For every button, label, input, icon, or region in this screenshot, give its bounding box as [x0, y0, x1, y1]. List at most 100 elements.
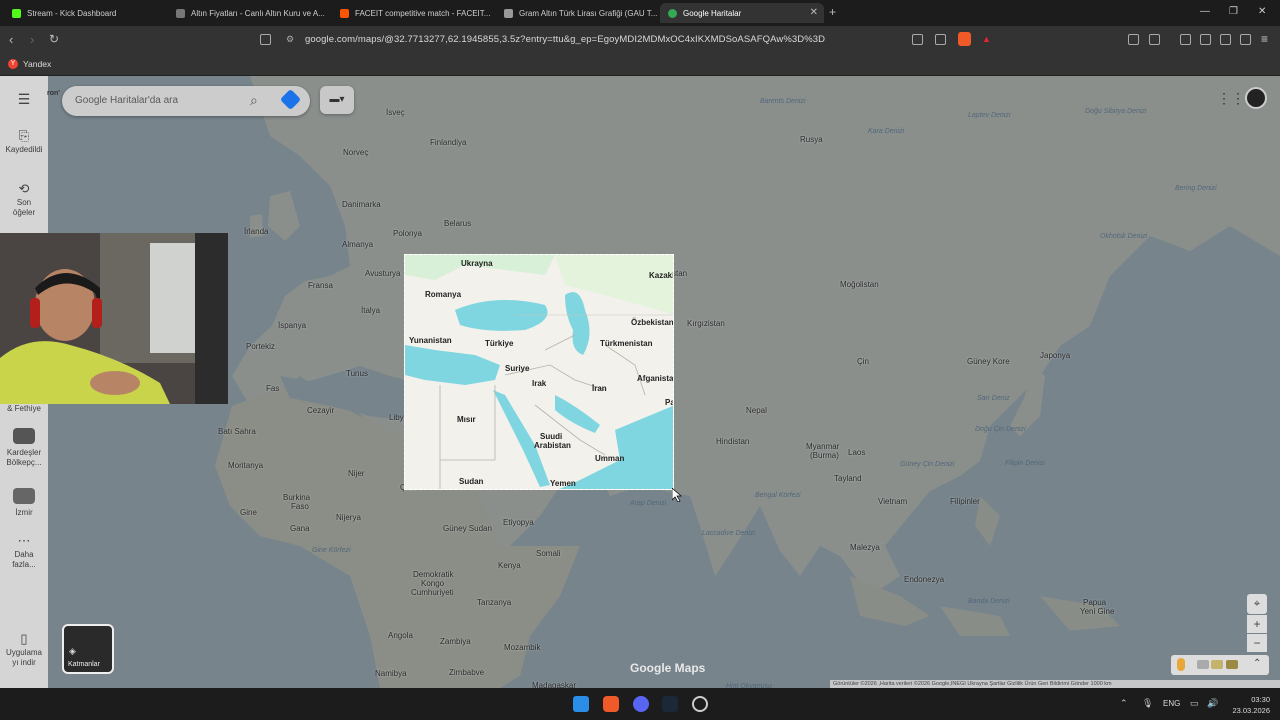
map-place-label[interactable]: Yeni Gine	[1080, 607, 1114, 616]
recent-button[interactable]: ⟲ Son öğeler	[0, 182, 48, 218]
search-box[interactable]: Google Haritalar'da ara ⌕	[62, 86, 310, 116]
tab-google-maps[interactable]: Google Haritalar ✕	[660, 3, 824, 23]
map-place-label[interactable]: Demokratik	[413, 570, 453, 579]
map-place-label[interactable]: Kenya	[498, 561, 521, 570]
map-place-label[interactable]: Tayland	[834, 474, 862, 483]
tray-chevron-icon[interactable]: ⌃	[1120, 698, 1128, 709]
map-place-label[interactable]: Belarus	[444, 219, 471, 228]
map-place-label[interactable]: Nijer	[348, 469, 364, 478]
recent-place-fethiye[interactable]: & Fethiye	[0, 404, 48, 414]
saved-button[interactable]: ⎘ Kaydedildi	[0, 129, 48, 155]
clock[interactable]: 03:30 23.03.2026	[1226, 694, 1270, 716]
back-icon[interactable]: ‹	[9, 32, 13, 47]
map-place-label[interactable]: Endonezya	[904, 575, 944, 584]
map-place-label[interactable]: Almanya	[342, 240, 373, 249]
map-place-label[interactable]: Danimarka	[342, 200, 381, 209]
my-location-button[interactable]: ⌖	[1247, 594, 1267, 614]
url-field[interactable]: google.com/maps/@32.7713277,62.1945855,3…	[305, 34, 825, 45]
tab-gram-altin[interactable]: Gram Altın Türk Lirası Grafiği (GAU T...	[496, 3, 660, 23]
map-place-label[interactable]: Nepal	[746, 406, 767, 415]
map-place-label[interactable]: Tanzanya	[477, 598, 511, 607]
search-input[interactable]: Google Haritalar'da ara	[75, 95, 178, 106]
map-place-label[interactable]: Laos	[848, 448, 865, 457]
new-tab-button[interactable]: +	[829, 5, 836, 19]
recent-place-kardesler[interactable]: Kardeşler Bölkepç...	[0, 428, 48, 468]
zoom-in-button[interactable]: +	[1247, 615, 1267, 633]
tab-altin[interactable]: Altın Fiyatları - Canlı Altın Kuru ve A.…	[168, 3, 332, 23]
windows-start-icon[interactable]	[573, 696, 589, 712]
minimize-button[interactable]: —	[1200, 6, 1210, 17]
map-place-label[interactable]: Portekiz	[246, 342, 275, 351]
restore-button[interactable]: ❐	[1229, 6, 1238, 17]
map-place-label[interactable]: Finlandiya	[430, 138, 466, 147]
brave-shield-icon[interactable]	[958, 32, 971, 46]
forward-icon[interactable]: ›	[30, 32, 34, 47]
wallet-icon[interactable]	[1200, 34, 1211, 45]
map-place-label[interactable]: Güney Sudan	[443, 524, 492, 533]
brave-browser-icon[interactable]	[603, 696, 619, 712]
map-place-label[interactable]: Namibya	[375, 669, 407, 678]
reload-icon[interactable]: ↻	[49, 32, 59, 46]
map-place-label[interactable]: İtalya	[361, 306, 380, 315]
map-place-label[interactable]: Cezayir	[307, 406, 334, 415]
map-place-label[interactable]: Somali	[536, 549, 560, 558]
volume-icon[interactable]: 🔊	[1207, 698, 1218, 709]
map-place-label[interactable]: Moğolistan	[840, 280, 879, 289]
tab-search-icon[interactable]	[1149, 34, 1160, 45]
map-place-label[interactable]: Faso	[291, 502, 309, 511]
map-place-label[interactable]: Tunus	[346, 369, 368, 378]
map-place-label[interactable]: Burkina	[283, 493, 310, 502]
map-place-label[interactable]: (Burma)	[810, 451, 839, 460]
vpn-icon[interactable]	[1240, 34, 1251, 45]
rewards-icon[interactable]: ▲	[982, 34, 991, 44]
directions-icon[interactable]	[279, 88, 302, 111]
map-place-label[interactable]: Zimbabve	[449, 668, 484, 677]
sidebar-icon[interactable]	[1180, 34, 1191, 45]
map-place-label[interactable]: Güney Kore	[967, 357, 1010, 366]
map-place-label[interactable]: Madagaskar	[532, 681, 576, 688]
map-place-label[interactable]: Malezya	[850, 543, 880, 552]
map-place-label[interactable]: Japonya	[1040, 351, 1070, 360]
map-place-label[interactable]: İspanya	[278, 321, 306, 330]
map-place-label[interactable]: Kongo	[421, 579, 444, 588]
account-avatar[interactable]	[1245, 87, 1267, 109]
zoom-out-button[interactable]: −	[1247, 634, 1267, 652]
map-place-label[interactable]: Hindistan	[716, 437, 749, 446]
map-place-label[interactable]: Myanmar	[806, 442, 839, 451]
site-info-icon[interactable]: ⚙	[286, 34, 294, 45]
map-place-label[interactable]: Mozambik	[504, 643, 540, 652]
microphone-icon[interactable]: 🎙	[1142, 698, 1153, 709]
menu-button[interactable]: ☰	[0, 92, 48, 108]
obs-icon[interactable]	[692, 696, 708, 712]
map-place-label[interactable]: Papua	[1083, 598, 1106, 607]
recent-place-izmir[interactable]: İzmir	[0, 488, 48, 518]
language-indicator[interactable]: ENG	[1163, 699, 1180, 708]
map-place-label[interactable]: Vietnam	[878, 497, 907, 506]
extensions-icon[interactable]	[1128, 34, 1139, 45]
map-place-label[interactable]: İrlanda	[244, 227, 268, 236]
map-place-label[interactable]: Batı Sahra	[218, 427, 256, 436]
menu-icon[interactable]: ≡	[1261, 32, 1268, 46]
map-place-label[interactable]: Angola	[388, 631, 413, 640]
map-place-label[interactable]: Çin	[857, 357, 869, 366]
map-place-label[interactable]: Etiyopya	[503, 518, 534, 527]
map-place-label[interactable]: Zambiya	[440, 637, 471, 646]
download-app-button[interactable]: ▯ Uygulama yı indir	[0, 632, 48, 668]
map-place-label[interactable]: Rusya	[800, 135, 823, 144]
tab-kick[interactable]: Stream - Kick Dashboard	[4, 3, 168, 23]
map-place-label[interactable]: Fransa	[308, 281, 333, 290]
map-place-label[interactable]: Filipinler	[950, 497, 980, 506]
map-place-label[interactable]: Norveç	[343, 148, 368, 157]
bookmark-icon[interactable]	[260, 34, 271, 45]
layers-button[interactable]: ◈ Katmanlar	[62, 624, 114, 674]
discord-icon[interactable]	[633, 696, 649, 712]
screen-capture-selection[interactable]: Ukrayna Kazakistan Romanya Özbekistan Yunani…	[404, 254, 674, 490]
map-place-label[interactable]: Gana	[290, 524, 310, 533]
more-button[interactable]: ⋯ Daha fazla...	[0, 534, 48, 570]
search-icon[interactable]: ⌕	[250, 92, 258, 109]
tab-faceit[interactable]: FACEIT competitive match - FACEIT...	[332, 3, 496, 23]
cast-icon[interactable]	[912, 34, 923, 45]
map-place-label[interactable]: Polonya	[393, 229, 422, 238]
map-place-label[interactable]: Avusturya	[365, 269, 400, 278]
bookmark-yandex[interactable]: Y Yandex	[8, 59, 51, 69]
